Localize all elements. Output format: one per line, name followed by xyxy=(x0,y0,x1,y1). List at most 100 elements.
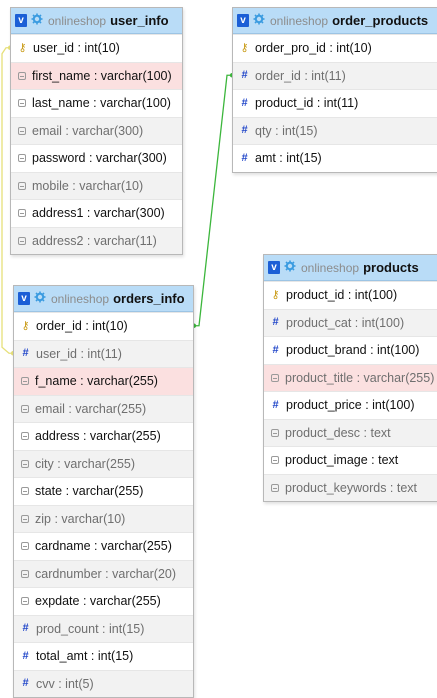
column-row[interactable]: expdate : varchar(255) xyxy=(14,587,193,615)
column-row[interactable]: ⚷ user_id : int(10) xyxy=(11,34,182,62)
column-label: cardname : varchar(255) xyxy=(35,539,172,554)
text-field-icon xyxy=(18,236,26,245)
column-row[interactable]: f_name : varchar(255) xyxy=(14,367,193,395)
column-label: address : varchar(255) xyxy=(35,429,161,444)
text-field-icon xyxy=(18,99,26,108)
numeric-field-icon: # xyxy=(272,316,279,329)
column-row[interactable]: cardname : varchar(255) xyxy=(14,532,193,560)
column-row[interactable]: product_title : varchar(255) xyxy=(264,363,437,391)
column-row[interactable]: first_name : varchar(100) xyxy=(11,61,182,89)
toggle-v-icon[interactable]: v xyxy=(15,14,27,27)
text-field-icon xyxy=(21,404,29,413)
column-row[interactable]: # product_price : int(100) xyxy=(264,391,437,419)
table-order-products[interactable]: v onlineshop order_products ⚷ order_pro_id :… xyxy=(232,7,437,173)
column-row[interactable]: address : varchar(255) xyxy=(14,422,193,450)
toggle-v-icon[interactable]: v xyxy=(18,292,30,305)
column-row[interactable]: # product_brand : int(100) xyxy=(264,336,437,364)
text-field-icon xyxy=(271,456,279,465)
text-field-icon xyxy=(21,459,29,468)
text-field-icon xyxy=(18,126,26,135)
column-row[interactable]: city : varchar(255) xyxy=(14,449,193,477)
column-label: user_id : int(10) xyxy=(33,41,120,56)
table-header[interactable]: v onlineshop user_info xyxy=(11,8,182,34)
column-row[interactable]: zip : varchar(10) xyxy=(14,504,193,532)
primary-key-icon: ⚷ xyxy=(271,288,280,301)
column-label: product_id : int(11) xyxy=(255,96,359,111)
primary-key-icon: ⚷ xyxy=(18,41,27,54)
column-row[interactable]: # prod_count : int(15) xyxy=(14,614,193,642)
text-field-icon xyxy=(21,514,29,523)
column-label: product_desc : text xyxy=(285,425,391,440)
column-label: order_pro_id : int(10) xyxy=(255,41,372,56)
column-label: address2 : varchar(11) xyxy=(32,233,157,248)
column-label: city : varchar(255) xyxy=(35,456,136,471)
toggle-v-icon[interactable]: v xyxy=(237,14,249,27)
table-products[interactable]: v onlineshop products ⚷ product_id : int(100… xyxy=(263,254,437,502)
text-field-icon xyxy=(18,209,26,218)
text-field-icon xyxy=(271,373,279,382)
column-row[interactable]: # user_id : int(11) xyxy=(14,339,193,367)
column-row[interactable]: # product_cat : int(100) xyxy=(264,308,437,336)
column-label: qty : int(15) xyxy=(255,123,318,138)
column-label: f_name : varchar(255) xyxy=(35,374,158,389)
text-field-icon xyxy=(21,597,29,606)
text-field-icon xyxy=(18,154,26,163)
database-name: onlineshop xyxy=(301,260,360,275)
table-name: orders_info xyxy=(113,291,185,306)
column-label: product_price : int(100) xyxy=(286,398,415,413)
column-row[interactable]: ⚷ order_id : int(10) xyxy=(14,312,193,340)
database-name: onlineshop xyxy=(48,13,107,28)
column-row[interactable]: address2 : varchar(11) xyxy=(11,226,182,254)
database-name: onlineshop xyxy=(270,13,329,28)
table-orders-info[interactable]: v onlineshop orders_info ⚷ order_id : int(10… xyxy=(13,285,194,698)
column-row[interactable]: # qty : int(15) xyxy=(233,116,437,144)
gear-icon[interactable] xyxy=(284,260,301,275)
column-label: last_name : varchar(100) xyxy=(32,96,171,111)
column-row[interactable]: password : varchar(300) xyxy=(11,144,182,172)
column-label: expdate : varchar(255) xyxy=(35,594,161,609)
gear-icon[interactable] xyxy=(31,13,48,28)
text-field-icon xyxy=(21,487,29,496)
column-row[interactable]: # cvv : int(5) xyxy=(14,669,193,697)
text-field-icon xyxy=(21,377,29,386)
column-label: zip : varchar(10) xyxy=(35,511,126,526)
column-row[interactable]: last_name : varchar(100) xyxy=(11,89,182,117)
column-row[interactable]: ⚷ product_id : int(100) xyxy=(264,281,437,309)
column-row[interactable]: product_desc : text xyxy=(264,418,437,446)
database-name: onlineshop xyxy=(51,291,110,306)
table-name: products xyxy=(363,260,419,275)
column-row[interactable]: address1 : varchar(300) xyxy=(11,199,182,227)
column-row[interactable]: cardnumber : varchar(20) xyxy=(14,559,193,587)
column-row[interactable]: product_image : text xyxy=(264,446,437,474)
primary-key-icon: ⚷ xyxy=(240,41,249,54)
table-header[interactable]: v onlineshop products xyxy=(264,255,437,281)
gear-icon[interactable] xyxy=(253,13,270,28)
table-user-info[interactable]: v onlineshop user_info ⚷ user_id : int(10) fi… xyxy=(10,7,183,255)
column-label: product_keywords : text xyxy=(285,480,418,495)
column-label: cvv : int(5) xyxy=(36,676,94,691)
column-row[interactable]: # product_id : int(11) xyxy=(233,89,437,117)
numeric-field-icon: # xyxy=(22,622,29,635)
column-row[interactable]: # amt : int(15) xyxy=(233,144,437,172)
primary-key-icon: ⚷ xyxy=(21,319,30,332)
text-field-icon xyxy=(21,542,29,551)
gear-icon[interactable] xyxy=(34,291,51,306)
column-label: total_amt : int(15) xyxy=(36,649,134,664)
numeric-field-icon: # xyxy=(22,677,29,690)
column-label: amt : int(15) xyxy=(255,151,322,166)
column-label: product_cat : int(100) xyxy=(286,315,405,330)
table-header[interactable]: v onlineshop order_products xyxy=(233,8,437,34)
column-row[interactable]: email : varchar(300) xyxy=(11,116,182,144)
text-field-icon xyxy=(18,181,26,190)
column-row[interactable]: # total_amt : int(15) xyxy=(14,642,193,670)
column-label: mobile : varchar(10) xyxy=(32,178,144,193)
column-row[interactable]: ⚷ order_pro_id : int(10) xyxy=(233,34,437,62)
column-row[interactable]: product_keywords : text xyxy=(264,473,437,501)
column-row[interactable]: # order_id : int(11) xyxy=(233,61,437,89)
column-row[interactable]: mobile : varchar(10) xyxy=(11,171,182,199)
toggle-v-icon[interactable]: v xyxy=(268,261,280,274)
table-header[interactable]: v onlineshop orders_info xyxy=(14,286,193,312)
column-row[interactable]: email : varchar(255) xyxy=(14,394,193,422)
column-row[interactable]: state : varchar(255) xyxy=(14,477,193,505)
column-label: product_brand : int(100) xyxy=(286,343,420,358)
